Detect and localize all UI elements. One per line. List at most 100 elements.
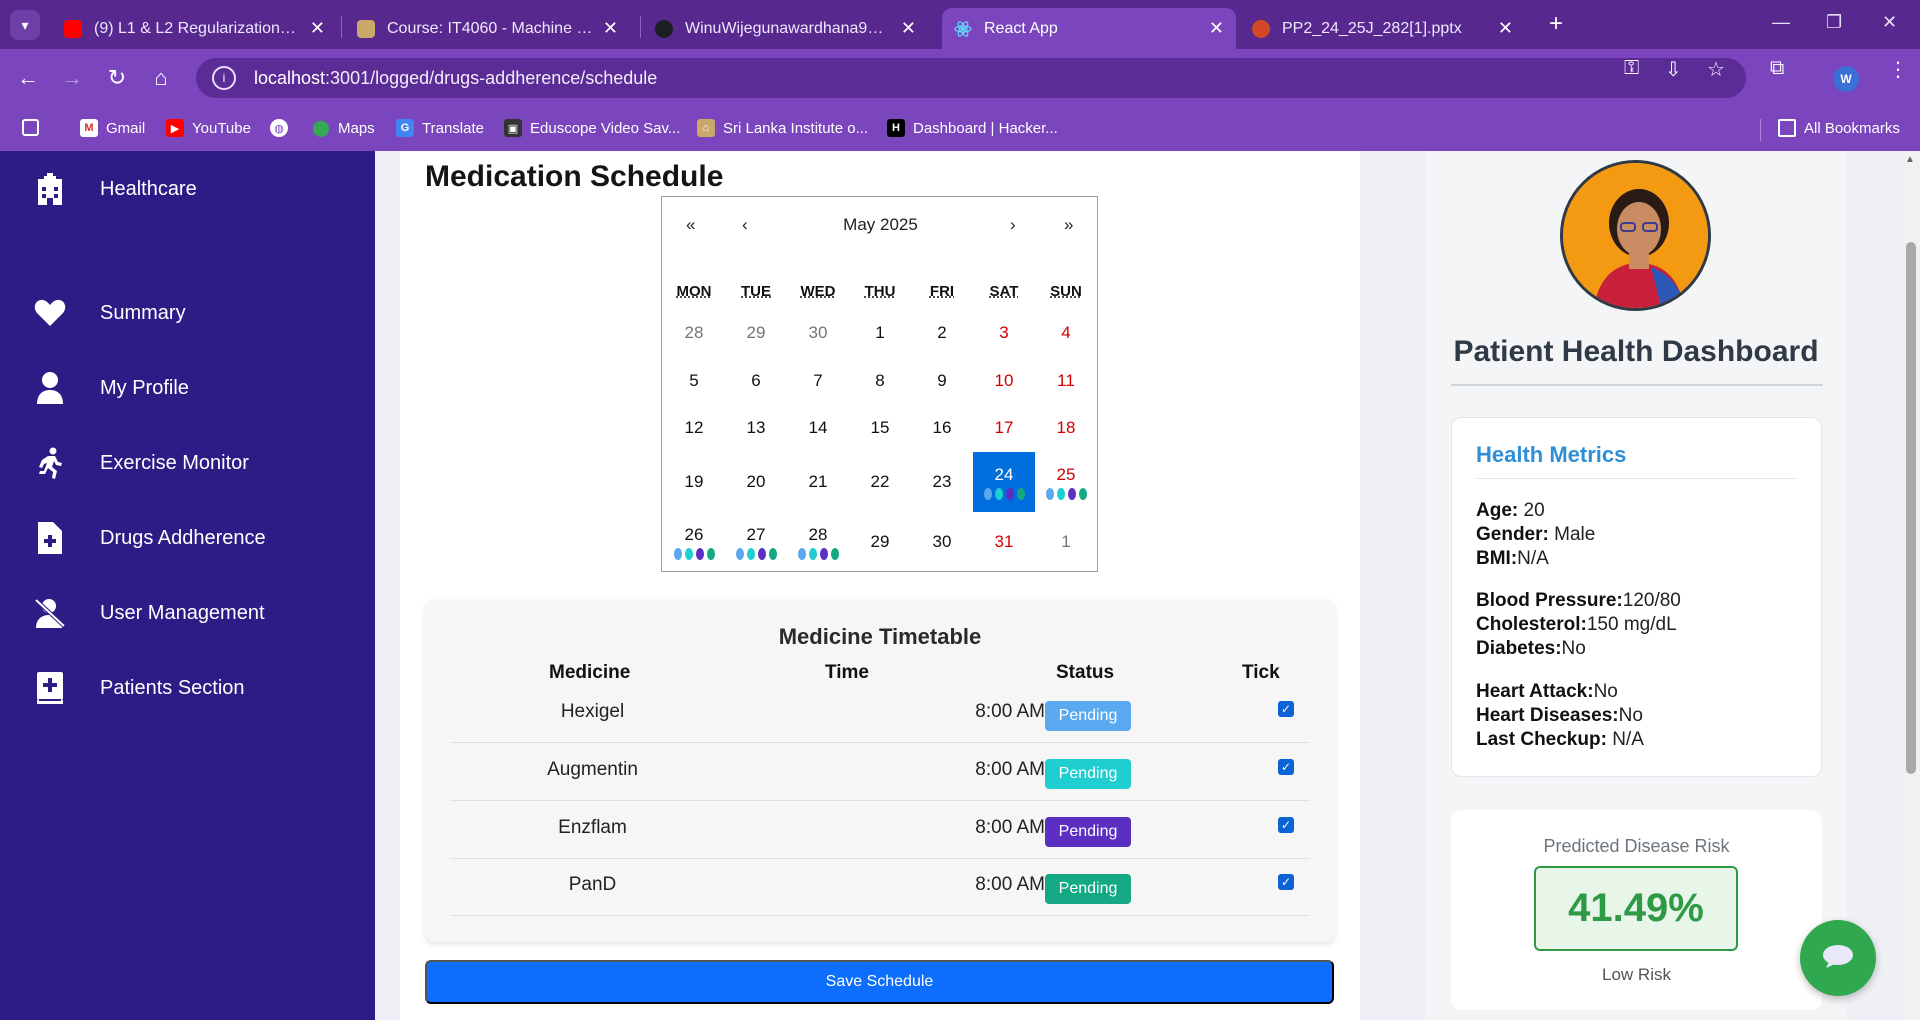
home-icon[interactable]: ⌂ — [146, 63, 176, 93]
bookmark-maps[interactable]: ⬤ Maps — [312, 119, 375, 138]
user-slash-icon — [32, 595, 68, 631]
apps-grid-icon[interactable] — [22, 119, 47, 136]
sidebar-brand-label: Healthcare — [100, 177, 197, 200]
medical-book-icon — [32, 670, 68, 706]
calendar-day[interactable]: 12 — [663, 398, 725, 458]
bookmark-sliit[interactable]: ⌂ Sri Lanka Institute o... — [697, 119, 868, 137]
tab-github[interactable]: WinuWijegunawardhana98/Inte ✕ — [643, 8, 928, 49]
url-text: localhost:3001/logged/drugs-addherence/s… — [254, 67, 658, 88]
profile-avatar[interactable]: W — [1833, 66, 1859, 92]
bookmark-globe[interactable]: ◍ — [270, 119, 296, 137]
table-row: PanD 8:00 AM Pending ✓ — [450, 858, 1310, 916]
browser-menu-icon[interactable]: ⋮ — [1888, 57, 1908, 82]
close-icon[interactable]: ✕ — [901, 18, 916, 39]
calendar-day[interactable]: 31 — [973, 512, 1035, 572]
calendar-day[interactable]: 17 — [973, 398, 1035, 458]
calendar-day[interactable]: 26 — [663, 512, 725, 572]
calendar-day[interactable]: 23 — [911, 452, 973, 512]
password-key-icon[interactable]: ⚿ — [1624, 57, 1639, 80]
bookmark-translate[interactable]: G Translate — [396, 119, 484, 137]
close-icon[interactable]: ✕ — [1209, 18, 1224, 39]
bookmark-star-icon[interactable]: ☆ — [1707, 57, 1725, 82]
calendar-next-month-button[interactable]: › — [1010, 215, 1016, 235]
close-icon[interactable]: ✕ — [1498, 18, 1513, 39]
restore-icon[interactable]: ❐ — [1826, 12, 1842, 33]
sidebar: Healthcare Summary My Profile Exercise M… — [0, 151, 375, 1020]
calendar-day[interactable]: 18 — [1035, 398, 1097, 458]
scrollbar-thumb[interactable] — [1906, 242, 1916, 774]
sidebar-item-summary[interactable]: Summary — [32, 295, 186, 331]
bookmark-eduscope[interactable]: ▣ Eduscope Video Sav... — [504, 119, 680, 137]
sidebar-item-my-profile[interactable]: My Profile — [32, 370, 189, 406]
back-icon[interactable]: ← — [13, 63, 43, 93]
install-app-icon[interactable]: ⇩ — [1665, 57, 1682, 82]
forward-icon[interactable]: → — [57, 63, 87, 93]
avatar — [1560, 160, 1711, 311]
reload-icon[interactable]: ↻ — [102, 63, 132, 93]
site-info-icon[interactable]: i — [212, 66, 236, 90]
calendar-day[interactable]: 21 — [787, 452, 849, 512]
calendar-day[interactable]: 13 — [725, 398, 787, 458]
calendar-day[interactable]: 16 — [911, 398, 973, 458]
calendar-day[interactable]: 19 — [663, 452, 725, 512]
medicine-name: Hexigel — [560, 701, 625, 722]
weekday-header: WED — [800, 283, 836, 300]
bookmarks-bar: M Gmail ▶ YouTube ◍ ⬤ Maps G Translate ▣… — [0, 107, 1920, 151]
medication-dots — [797, 547, 839, 560]
close-icon[interactable]: ✕ — [310, 18, 325, 39]
tab-title: React App — [984, 19, 1058, 37]
weekday-header: TUE — [741, 283, 771, 300]
calendar-day[interactable]: 22 — [849, 452, 911, 512]
bookmark-youtube[interactable]: ▶ YouTube — [166, 119, 251, 137]
chat-button[interactable] — [1800, 920, 1876, 996]
calendar-day[interactable]: 20 — [725, 452, 787, 512]
calendar-day[interactable]: 29 — [849, 512, 911, 572]
column-header-status: Status — [1056, 662, 1115, 683]
minimize-icon[interactable]: — — [1772, 12, 1790, 33]
calendar: « ‹ May 2025 › » MON TUE WED THU FRI SAT… — [661, 196, 1098, 572]
calendar-day[interactable]: 30 — [911, 512, 973, 572]
bookmark-gmail[interactable]: M Gmail — [80, 119, 145, 137]
tick-checkbox[interactable]: ✓ — [1278, 817, 1294, 833]
sidebar-item-exercise-monitor[interactable]: Exercise Monitor — [32, 445, 249, 481]
sidebar-item-label: User Management — [100, 601, 265, 624]
close-icon[interactable]: ✕ — [603, 18, 618, 39]
save-schedule-button[interactable]: Save Schedule — [425, 960, 1334, 1004]
bookmarks-separator — [1760, 119, 1761, 141]
calendar-next-year-button[interactable]: » — [1064, 215, 1073, 235]
tab-react-app[interactable]: React App ✕ — [942, 8, 1236, 49]
sidebar-item-drugs-addherence[interactable]: Drugs Addherence — [32, 520, 266, 556]
extensions-icon[interactable]: ⧉ — [1770, 57, 1784, 80]
calendar-month-label[interactable]: May 2025 — [662, 215, 1099, 235]
calendar-day[interactable]: 27 — [725, 512, 787, 572]
tick-checkbox[interactable]: ✓ — [1278, 874, 1294, 890]
globe-icon: ◍ — [270, 119, 288, 137]
all-bookmarks-button[interactable]: All Bookmarks — [1778, 119, 1900, 137]
tick-checkbox[interactable]: ✓ — [1278, 759, 1294, 775]
calendar-day[interactable]: 15 — [849, 398, 911, 458]
sidebar-item-user-management[interactable]: User Management — [32, 595, 265, 631]
calendar-day-selected[interactable]: 24 — [973, 452, 1035, 512]
sidebar-item-patients-section[interactable]: Patients Section — [32, 670, 245, 706]
scroll-up-arrow-icon[interactable]: ▲ — [1905, 154, 1915, 165]
sidebar-brand[interactable]: Healthcare — [32, 171, 197, 207]
new-tab-button[interactable]: + — [1542, 10, 1570, 38]
sidebar-item-label: Exercise Monitor — [100, 451, 249, 474]
tick-checkbox[interactable]: ✓ — [1278, 701, 1294, 717]
medication-dots — [983, 487, 1025, 500]
sidebar-item-label: Patients Section — [100, 676, 245, 699]
status-badge: Pending — [1045, 817, 1131, 847]
calendar-day[interactable]: 25 — [1035, 452, 1097, 512]
address-bar[interactable]: i localhost:3001/logged/drugs-addherence… — [196, 58, 1746, 98]
bookmark-hackerrank[interactable]: H Dashboard | Hacker... — [887, 119, 1058, 137]
window-close-icon[interactable]: ✕ — [1882, 12, 1897, 33]
tab-regularization[interactable]: (9) L1 & L2 Regularization in Ma ✕ — [52, 8, 337, 49]
calendar-day[interactable]: 1 — [1035, 512, 1097, 572]
tab-search-button[interactable]: ▾ — [10, 10, 40, 40]
tab-course[interactable]: Course: IT4060 - Machine Learni ✕ — [345, 8, 630, 49]
tab-powerpoint[interactable]: PP2_24_25J_282[1].pptx ✕ — [1240, 8, 1525, 49]
calendar-day[interactable]: 14 — [787, 398, 849, 458]
tab-title: WinuWijegunawardhana98/Inte — [685, 19, 891, 37]
calendar-day[interactable]: 28 — [787, 512, 849, 572]
sidebar-item-label: My Profile — [100, 376, 189, 399]
